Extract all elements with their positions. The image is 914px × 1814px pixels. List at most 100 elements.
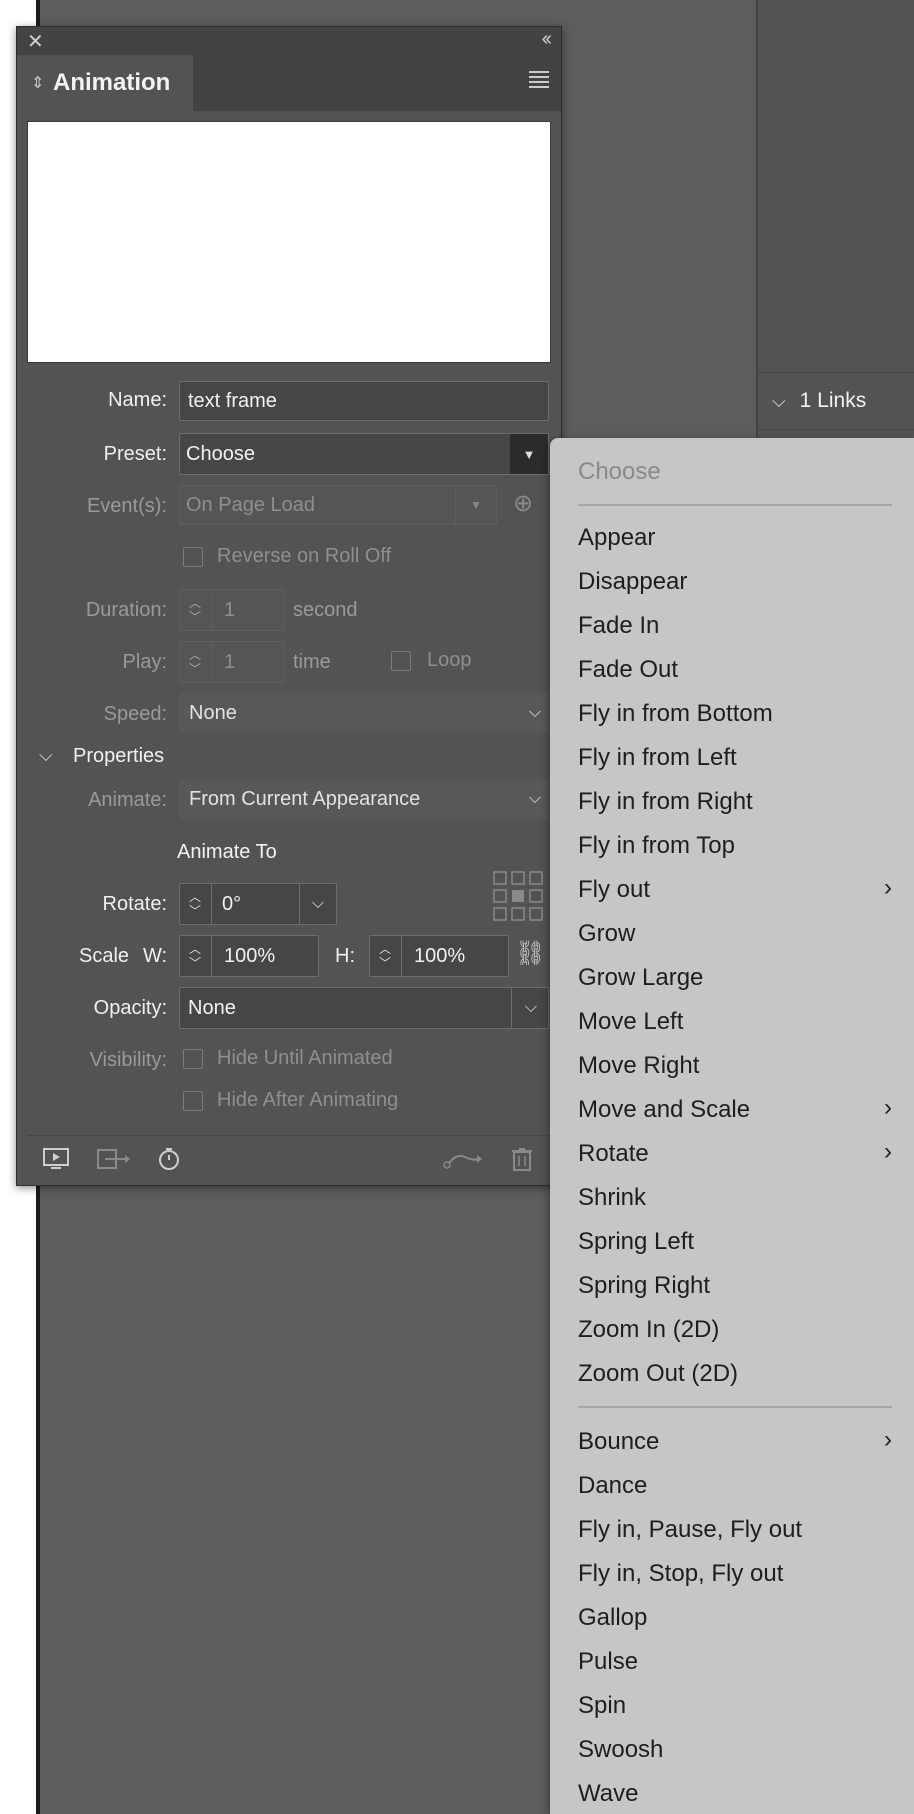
animation-preview (27, 121, 551, 363)
trash-icon[interactable] (511, 1147, 533, 1177)
menu-item-grow[interactable]: Grow (578, 920, 635, 948)
stepper-icon[interactable]: ︿ ﹀ (369, 936, 402, 976)
menu-item-fly-in-from-left[interactable]: Fly in from Left (578, 744, 737, 772)
play-label: Play: (122, 651, 167, 673)
loop-checkbox[interactable] (391, 651, 411, 671)
submenu-arrow-icon: › (884, 1138, 892, 1165)
collapse-icon[interactable]: ‹‹ (542, 28, 552, 51)
dropdown-arrow-icon[interactable]: ▼ (455, 486, 496, 524)
preview-icon[interactable] (43, 1147, 69, 1177)
menu-item-fly-in-from-bottom[interactable]: Fly in from Bottom (578, 700, 773, 728)
menu-item-pulse[interactable]: Pulse (578, 1648, 638, 1676)
menu-item-grow-large[interactable]: Grow Large (578, 964, 703, 992)
chevron-down-icon: ⌵ (528, 704, 541, 721)
menu-item-fade-in[interactable]: Fade In (578, 612, 659, 640)
spread-preview-icon[interactable] (97, 1147, 131, 1177)
chevron-down-icon[interactable]: ⌵ (39, 745, 53, 766)
tab-animation[interactable]: ⇕ Animation (17, 55, 193, 111)
menu-separator (578, 504, 892, 506)
duration-unit: second (293, 599, 358, 621)
submenu-arrow-icon: › (884, 1426, 892, 1453)
rotate-label: Rotate: (102, 893, 167, 915)
menu-item-gallop[interactable]: Gallop (578, 1604, 647, 1632)
animate-label: Animate: (88, 789, 167, 811)
timing-icon[interactable] (157, 1147, 181, 1177)
preset-label: Preset: (103, 443, 167, 465)
opacity-value: None (188, 996, 236, 1019)
stepper-icon[interactable]: ︿ ﹀ (179, 936, 212, 976)
link-icon[interactable]: ⛓ (515, 939, 545, 968)
menu-item-fly-in-from-top[interactable]: Fly in from Top (578, 832, 735, 860)
menu-item-fly-out[interactable]: Fly out (578, 876, 650, 904)
menu-item-move-and-scale[interactable]: Move and Scale (578, 1096, 750, 1124)
menu-item-zoom-in-2d[interactable]: Zoom In (2D) (578, 1316, 719, 1344)
motion-path-icon[interactable] (443, 1147, 483, 1177)
stepper-icon[interactable]: ︿ ﹀ (179, 642, 212, 682)
menu-item-spin[interactable]: Spin (578, 1692, 626, 1720)
menu-item-wave[interactable]: Wave (578, 1780, 638, 1808)
panel-menu-icon[interactable] (529, 71, 549, 88)
preset-value: Choose (186, 442, 255, 465)
menu-item-fly-in-stop-fly-out[interactable]: Fly in, Stop, Fly out (578, 1560, 783, 1588)
menu-item-spring-right[interactable]: Spring Right (578, 1272, 710, 1300)
loop-label: Loop (427, 649, 472, 671)
menu-item-spring-left[interactable]: Spring Left (578, 1228, 694, 1256)
menu-item-fly-in-from-right[interactable]: Fly in from Right (578, 788, 753, 816)
reverse-checkbox[interactable] (183, 547, 203, 567)
hide-until-label: Hide Until Animated (217, 1047, 393, 1069)
events-value: On Page Load (186, 493, 315, 516)
play-unit: time (293, 651, 331, 673)
chevron-down-icon[interactable]: ⌵ (299, 884, 336, 924)
events-label: Event(s): (86, 495, 167, 517)
menu-item-fade-out[interactable]: Fade Out (578, 656, 678, 684)
dropdown-arrow-icon[interactable]: ▼ (510, 434, 548, 474)
menu-item-fly-in-pause-fly-out[interactable]: Fly in, Pause, Fly out (578, 1516, 802, 1544)
animate-value: From Current Appearance (189, 787, 421, 810)
menu-item-disappear[interactable]: Disappear (578, 568, 687, 596)
menu-item-dance[interactable]: Dance (578, 1472, 647, 1500)
menu-item-bounce[interactable]: Bounce (578, 1428, 659, 1456)
animation-panel: ✕ ‹‹ ⇕ Animation Name: text frame Preset… (16, 26, 562, 1186)
hide-after-checkbox[interactable] (183, 1091, 203, 1111)
close-icon[interactable]: ✕ (27, 29, 44, 54)
speed-dropdown[interactable]: None ⌵ (179, 693, 549, 733)
footer-divider (27, 1135, 551, 1136)
panel-titlebar[interactable] (17, 27, 561, 55)
panel-title: Animation (53, 69, 171, 96)
speed-value: None (189, 701, 237, 724)
opacity-dropdown[interactable]: None (179, 987, 549, 1029)
hide-until-checkbox[interactable] (183, 1049, 203, 1069)
name-label: Name: (108, 389, 167, 411)
scale-h-label: H: (335, 945, 355, 967)
chevron-down-icon[interactable]: ⌵ (511, 988, 550, 1028)
speed-label: Speed: (103, 703, 167, 725)
scale-w-label: W: (143, 945, 168, 967)
event-add-icon[interactable]: ⊕ (513, 489, 533, 518)
hide-after-label: Hide After Animating (217, 1089, 399, 1111)
menu-item-shrink[interactable]: Shrink (578, 1184, 646, 1212)
menu-item-move-left[interactable]: Move Left (578, 1008, 683, 1036)
opacity-label: Opacity: (93, 997, 167, 1019)
animate-to-heading: Animate To (177, 841, 277, 863)
preset-dropdown-menu: Choose Appear Disappear Fade In Fade Out Fly… (550, 438, 914, 1814)
menu-item-appear[interactable]: Appear (578, 524, 655, 552)
submenu-arrow-icon: › (884, 1094, 892, 1121)
animate-dropdown[interactable]: From Current Appearance ⌵ (179, 779, 549, 819)
menu-item-move-right[interactable]: Move Right (578, 1052, 699, 1080)
properties-section-label[interactable]: Properties (73, 745, 164, 768)
chevron-down-icon[interactable]: ⌵ (772, 391, 786, 412)
menu-item-zoom-out-2d[interactable]: Zoom Out (2D) (578, 1360, 738, 1388)
preset-dropdown[interactable]: Choose ▼ (179, 433, 549, 475)
menu-item-rotate[interactable]: Rotate (578, 1140, 649, 1168)
stepper-icon[interactable]: ︿ ﹀ (179, 590, 212, 630)
links-panel-header[interactable]: ⌵ 1 Links (758, 372, 914, 430)
events-dropdown[interactable]: On Page Load ▼ (179, 485, 497, 525)
proxy-grid-icon[interactable] (493, 871, 543, 921)
stepper-icon[interactable]: ︿ ﹀ (179, 884, 212, 924)
menu-header: Choose (578, 458, 661, 485)
name-input[interactable]: text frame (179, 381, 549, 421)
submenu-arrow-icon: › (884, 874, 892, 901)
menu-item-swoosh[interactable]: Swoosh (578, 1736, 663, 1764)
scale-label: Scale (79, 945, 130, 967)
menu-separator (578, 1406, 892, 1408)
